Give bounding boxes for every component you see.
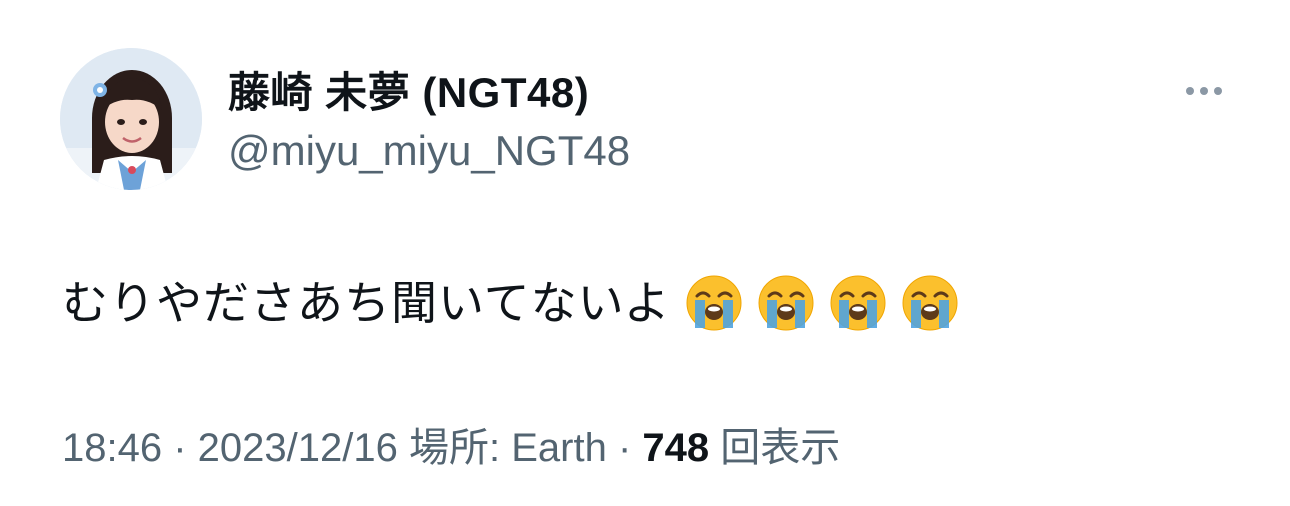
author-handle[interactable]: @miyu_miyu_NGT48 [228, 124, 630, 178]
tweet-text: むりやださあち聞いてないよ [62, 277, 671, 329]
meta-separator: · [162, 426, 198, 470]
tweet-body: むりやださあち聞いてないよ [62, 268, 959, 338]
tweet-card: 藤崎 未夢 (NGT48) @miyu_miyu_NGT48 むりやださあち聞い… [0, 0, 1290, 506]
more-horizontal-icon [1186, 87, 1222, 95]
avatar[interactable] [60, 48, 202, 190]
loudly-crying-face-icon [829, 274, 887, 332]
views-label: 回表示 [720, 426, 841, 470]
loudly-crying-face-icon [901, 274, 959, 332]
avatar-image [60, 48, 202, 190]
meta-separator: · [606, 426, 643, 470]
author-display-name[interactable]: 藤崎 未夢 (NGT48) [228, 66, 589, 120]
tweet-location: 場所: Earth [408, 426, 607, 470]
tweet-meta: 18:46 · 2023/12/16 場所: Earth · 748 回表示 [62, 422, 840, 474]
tweet-date[interactable]: 2023/12/16 [198, 426, 398, 470]
tweet-time[interactable]: 18:46 [62, 426, 162, 470]
views-count: 748 [642, 426, 710, 470]
more-options-button[interactable] [1176, 74, 1232, 108]
loudly-crying-face-icon [685, 274, 743, 332]
loudly-crying-face-icon [757, 274, 815, 332]
